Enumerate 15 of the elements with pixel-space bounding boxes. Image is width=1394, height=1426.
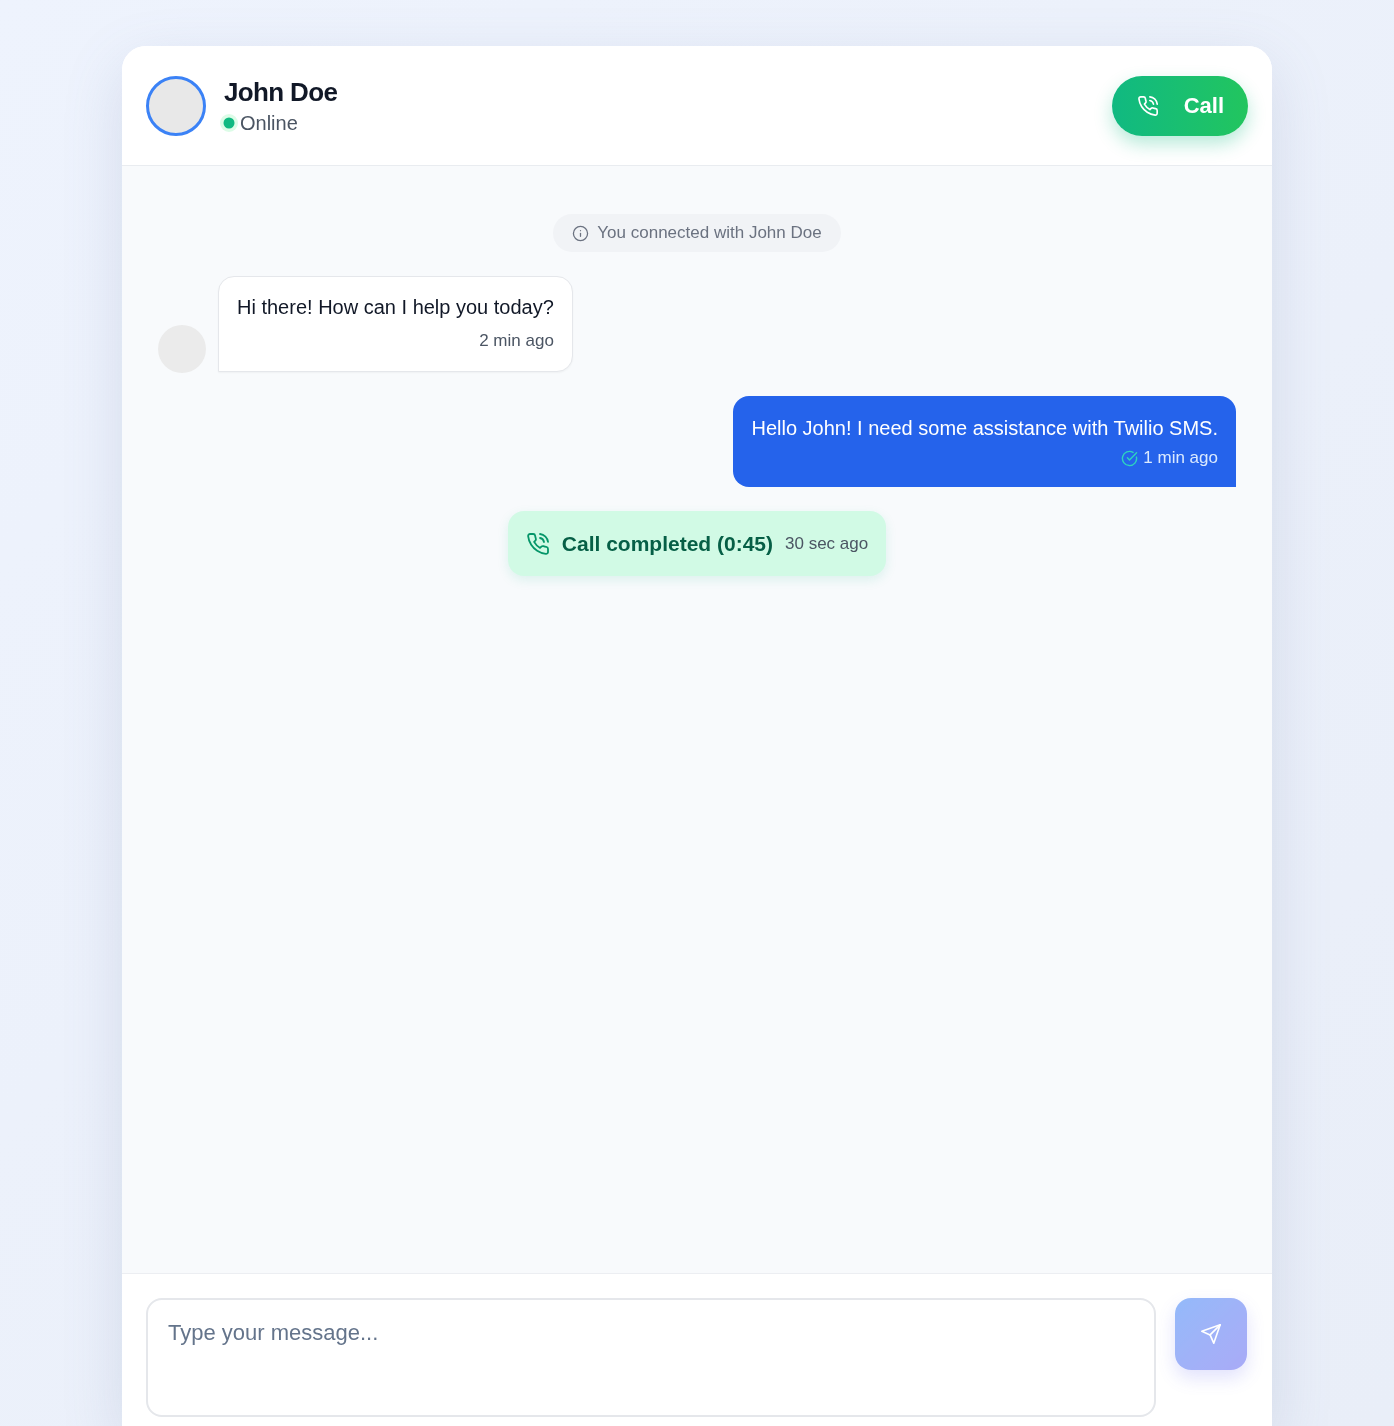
info-icon <box>572 224 590 242</box>
call-button[interactable]: Call <box>1111 75 1248 136</box>
status-text: Online <box>240 110 298 136</box>
message-text: Hi there! How can I help you today? <box>237 295 554 320</box>
message-text: Hello John! I need some assistance with Twilio SMS. <box>751 416 1218 441</box>
message-time: 2 min ago <box>479 330 554 352</box>
contact-name: John Doe <box>224 75 338 108</box>
call-log-text: Call completed (0:45) <box>561 530 773 557</box>
message-time: 1 min ago <box>1143 447 1218 469</box>
phone-icon <box>1136 94 1159 117</box>
send-icon <box>1200 1323 1222 1345</box>
call-log-time: 30 sec ago <box>785 532 869 555</box>
system-notice-text: You connected with John Doe <box>597 222 822 245</box>
message-input[interactable]: Type your message... <box>146 1298 1156 1417</box>
phone-icon <box>525 531 550 556</box>
